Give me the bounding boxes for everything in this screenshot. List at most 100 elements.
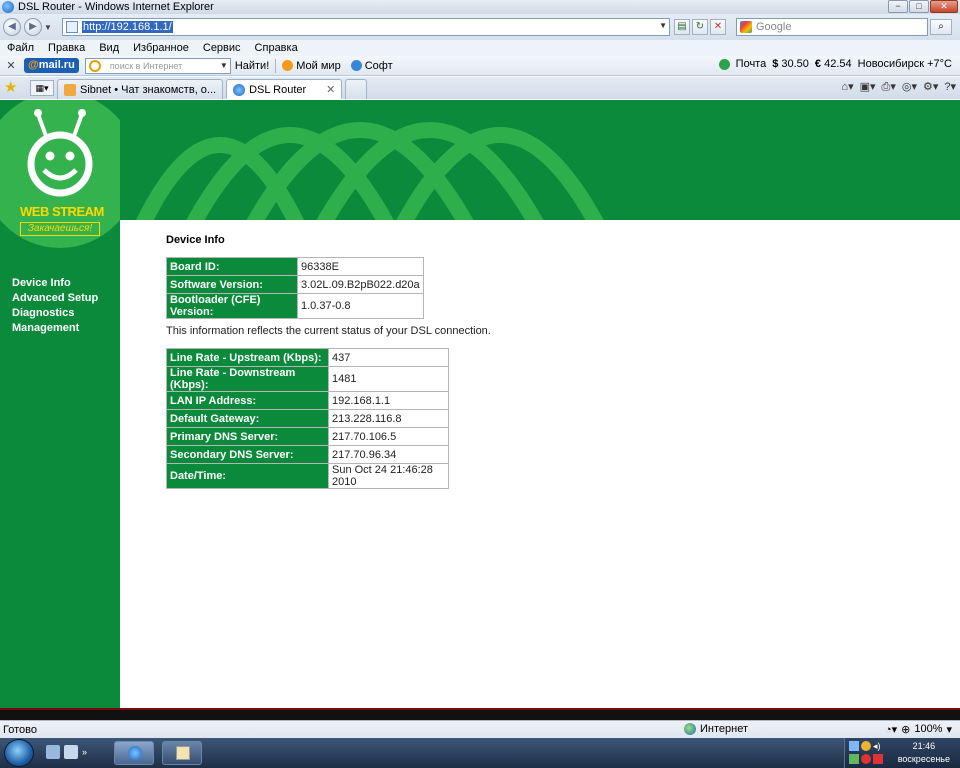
menu-edit[interactable]: Правка — [48, 42, 85, 54]
zoom-control[interactable]: ◔▾ ⊕ 100% ▾ — [885, 723, 952, 736]
row-value: 213.228.116.8 — [328, 409, 449, 428]
search-input[interactable]: Google — [736, 18, 928, 36]
window-title: DSL Router - Windows Internet Explorer — [18, 1, 214, 13]
my-world-link[interactable]: Мой мир — [282, 60, 341, 72]
row-value: 3.02L.09.B2pB022.d20a — [297, 275, 424, 294]
menu-help[interactable]: Справка — [255, 42, 298, 54]
webstream-logo: WEB STREAM Закачаешься! — [0, 100, 138, 250]
search-button[interactable]: ⌕ — [930, 19, 952, 35]
mail-link[interactable]: Почта — [736, 58, 767, 70]
mailru-search-input[interactable]: поиск в Интернет ▼ — [84, 57, 231, 74]
switch-windows-icon[interactable] — [64, 745, 78, 759]
row-value: 96338E — [297, 257, 424, 276]
tray-app-icon[interactable] — [861, 741, 871, 751]
banner-arcs — [136, 122, 604, 220]
menu-tools[interactable]: Сервис — [203, 42, 241, 54]
address-input[interactable]: http://192.168.1.1/ ▼ — [62, 18, 670, 36]
back-button[interactable]: ◀ — [3, 18, 21, 36]
eur-rate[interactable]: € 42.54 — [815, 58, 852, 70]
taskbar-window-button[interactable] — [162, 741, 202, 765]
status-description: This information reflects the current st… — [166, 325, 491, 337]
connection-status-table: Line Rate - Upstream (Kbps): 437 Line Rat… — [166, 348, 449, 489]
close-tab-icon[interactable]: ✕ — [326, 83, 335, 96]
gear-icon[interactable]: ⚙▾ — [923, 80, 938, 94]
table-row: Primary DNS Server: 217.70.106.5 — [166, 427, 449, 446]
ie-icon — [128, 746, 142, 760]
row-label: Line Rate - Downstream (Kbps): — [166, 366, 329, 392]
antivirus-icon[interactable] — [861, 754, 871, 764]
agent-icon[interactable] — [718, 58, 730, 70]
chevron-down-icon[interactable]: ▼ — [659, 21, 667, 30]
row-value: Sun Oct 24 21:46:28 2010 — [328, 463, 449, 489]
feeds-icon[interactable]: ▣▾ — [860, 80, 876, 94]
new-tab-button[interactable] — [345, 79, 368, 99]
row-label: Secondary DNS Server: — [166, 445, 329, 464]
security-zone[interactable]: Интернет — [684, 723, 748, 735]
table-row: Date/Time: Sun Oct 24 21:46:28 2010 — [166, 463, 449, 489]
soft-icon — [350, 60, 362, 71]
menu-favorites[interactable]: Избранное — [133, 42, 189, 54]
quicklaunch-expand-icon[interactable]: » — [82, 745, 92, 759]
minimize-button[interactable]: − — [888, 0, 908, 13]
protected-mode-icon[interactable]: ◔▾ — [885, 723, 897, 736]
weather-widget[interactable]: Новосибирск +7°C — [858, 58, 952, 70]
menu-bar: Файл Правка Вид Избранное Сервис Справка — [0, 40, 960, 56]
mailru-find-button[interactable]: Найти! — [235, 60, 269, 72]
chevron-down-icon[interactable]: ▾ — [946, 723, 952, 736]
agent-tray-icon[interactable] — [849, 754, 859, 764]
system-tray: ◂) 21:46 воскресенье — [844, 738, 960, 768]
row-label: Primary DNS Server: — [166, 427, 329, 446]
mailru-search-placeholder: поиск в Интернет — [109, 60, 183, 71]
close-toolbar-icon[interactable]: ✕ — [3, 59, 19, 72]
sibnet-favicon — [64, 83, 76, 96]
chevron-down-icon[interactable]: ▼ — [220, 59, 228, 73]
compatibility-icon[interactable]: ▤ — [674, 19, 690, 35]
brand-tagline: Закачаешься! — [20, 222, 100, 236]
menu-view[interactable]: Вид — [99, 42, 119, 54]
show-desktop-icon[interactable] — [46, 745, 60, 759]
page-title: Device Info — [166, 234, 225, 246]
clock[interactable]: 21:46 воскресенье — [898, 740, 950, 766]
language-icon[interactable] — [873, 754, 883, 764]
mailru-logo[interactable]: @mail.ru — [24, 58, 79, 73]
soft-link[interactable]: Софт — [350, 60, 393, 72]
forward-button[interactable]: ▶ — [24, 18, 42, 36]
tab-sibnet[interactable]: Sibnet • Чат знакомств, о... — [57, 79, 224, 99]
row-label: Software Version: — [166, 275, 298, 294]
home-icon[interactable]: ⌂▾ — [841, 80, 853, 94]
table-row: Board ID: 96338E — [166, 257, 424, 276]
maximize-button[interactable]: □ — [909, 0, 929, 13]
address-tools: ▤ ↻ ✕ — [674, 19, 726, 35]
quick-tabs-button[interactable]: ▦▾ — [30, 80, 54, 96]
ie-icon — [2, 1, 14, 13]
device-info-table: Board ID: 96338E Software Version: 3.02L.0… — [166, 257, 424, 319]
nav-device-info[interactable]: Device Info — [12, 276, 98, 291]
nav-advanced-setup[interactable]: Advanced Setup — [12, 291, 98, 306]
network-icon[interactable] — [849, 741, 859, 751]
nav-diagnostics[interactable]: Diagnostics — [12, 306, 98, 321]
close-button[interactable]: ✕ — [930, 0, 958, 13]
usd-rate[interactable]: $ 30.50 — [772, 58, 809, 70]
page-menu-icon[interactable]: ◎▾ — [902, 80, 917, 94]
favorites-star-icon[interactable]: ★ — [4, 79, 22, 97]
start-button[interactable] — [4, 739, 34, 767]
help-icon[interactable]: ?▾ — [944, 80, 956, 94]
page-icon — [66, 21, 78, 33]
tab-dsl-router[interactable]: DSL Router ✕ — [226, 79, 343, 99]
taskbar-ie-button[interactable] — [114, 741, 154, 765]
search-icon — [88, 59, 101, 72]
menu-file[interactable]: Файл — [7, 42, 34, 54]
window-title-bar: DSL Router - Windows Internet Explorer −… — [0, 0, 960, 14]
nav-management[interactable]: Management — [12, 321, 98, 336]
stop-button[interactable]: ✕ — [710, 19, 726, 35]
url-text[interactable]: http://192.168.1.1/ — [82, 21, 173, 33]
my-world-icon — [282, 60, 294, 71]
print-icon[interactable]: ⎙▾ — [882, 80, 896, 94]
row-label: Line Rate - Upstream (Kbps): — [166, 348, 329, 367]
tab-bar: ★ ▦▾ Sibnet • Чат знакомств, о... DSL Ro… — [0, 77, 960, 99]
refresh-button[interactable]: ↻ — [692, 19, 708, 35]
history-dropdown[interactable]: ▼ — [44, 23, 54, 32]
volume-icon[interactable]: ◂) — [873, 741, 883, 751]
address-toolbar: ◀ ▶ ▼ http://192.168.1.1/ ▼ ▤ ↻ ✕ Google… — [0, 14, 960, 40]
row-value: 217.70.106.5 — [328, 427, 449, 446]
